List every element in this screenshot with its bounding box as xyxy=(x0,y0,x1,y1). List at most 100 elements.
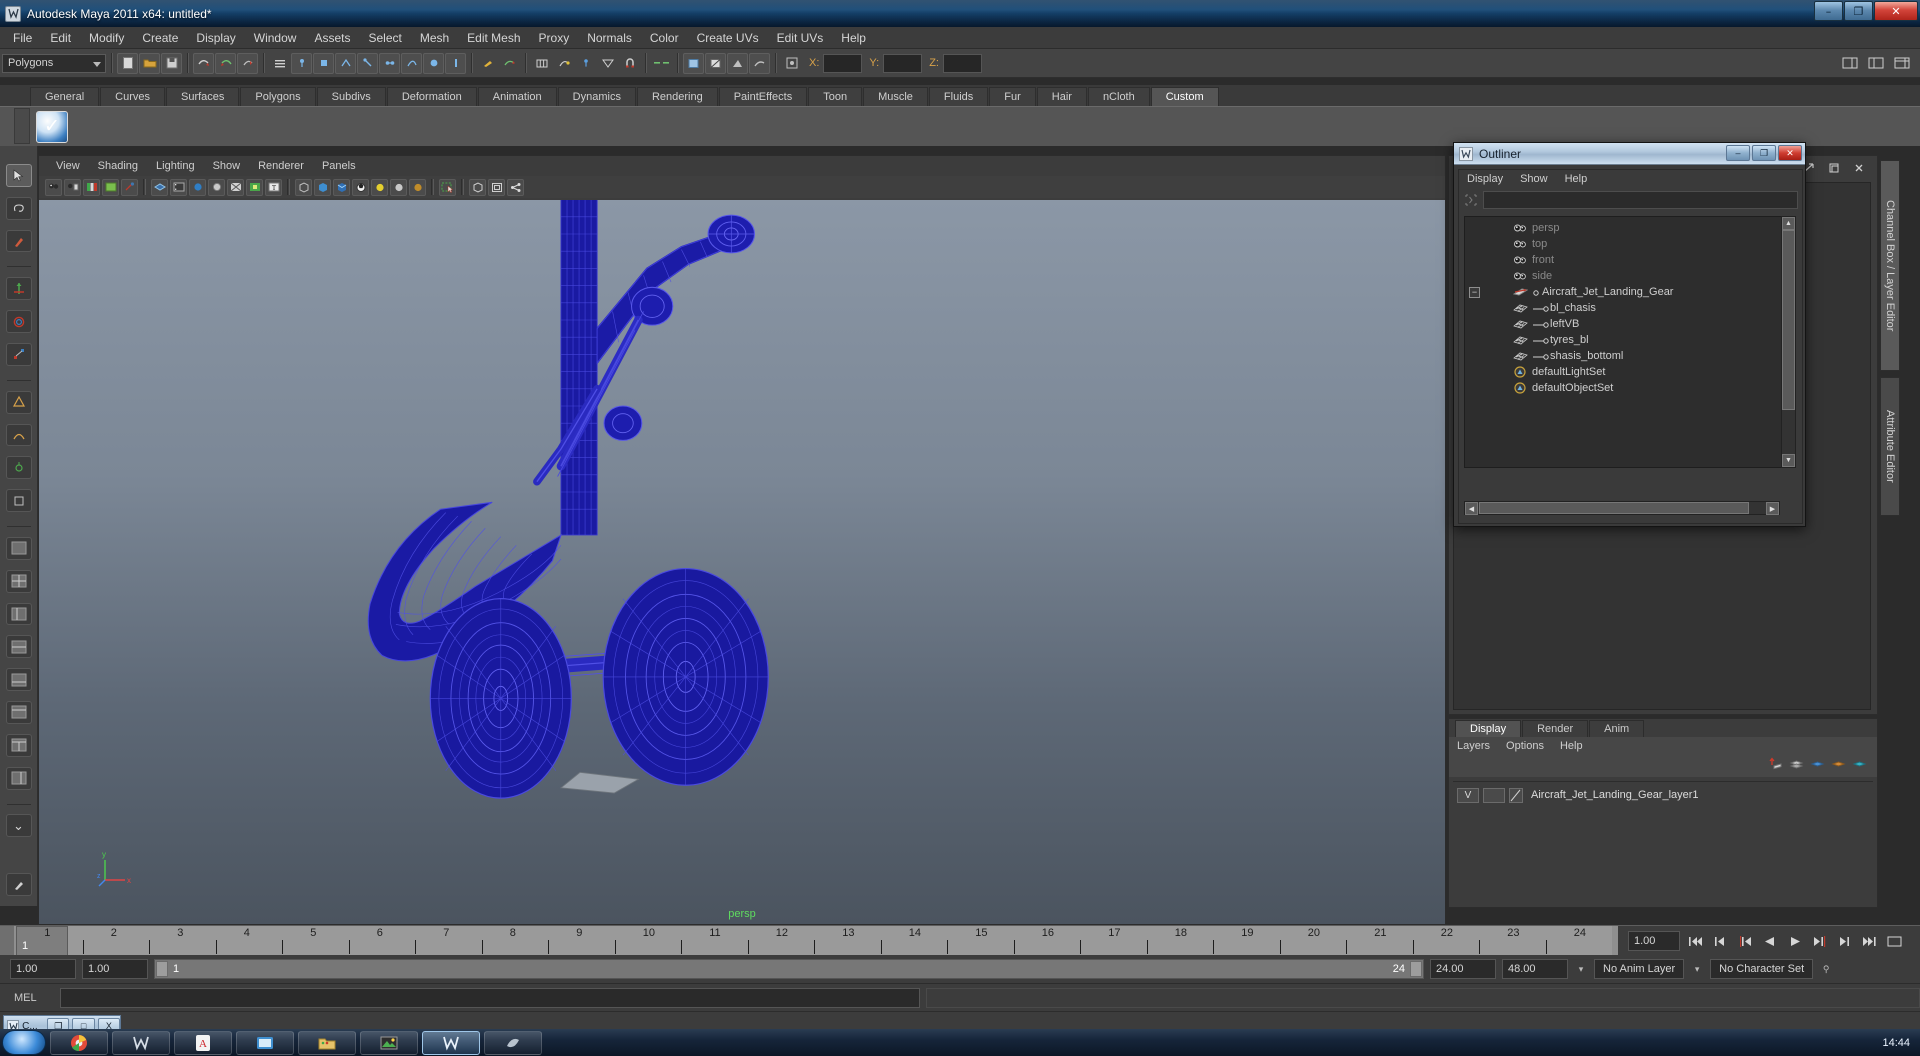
construction-history-on-icon[interactable] xyxy=(651,53,672,74)
layer-menu-options[interactable]: Options xyxy=(1506,740,1544,752)
single-perspective-layout-icon[interactable] xyxy=(5,536,32,560)
viewport-menu-shading[interactable]: Shading xyxy=(89,159,147,173)
smooth-shade-all-icon[interactable] xyxy=(314,178,331,196)
lighting-all-icon[interactable] xyxy=(390,178,407,196)
layer-editor-tab-display[interactable]: Display xyxy=(1455,720,1522,737)
ipr-render-icon[interactable] xyxy=(705,52,726,74)
paint-effects-brush-icon[interactable] xyxy=(5,873,32,897)
y-field[interactable] xyxy=(883,53,923,73)
outliner-search-input[interactable] xyxy=(1483,191,1798,209)
layer-orange-icon[interactable] xyxy=(1831,757,1846,776)
range-end-field[interactable]: 24.00 xyxy=(1430,959,1496,979)
outliner-filter-icon[interactable] xyxy=(1463,192,1479,208)
selection-mask-menu-icon[interactable] xyxy=(269,53,290,74)
range-start-field[interactable]: 1.00 xyxy=(82,959,148,979)
menu-item-window[interactable]: Window xyxy=(245,29,306,47)
grid-display-icon[interactable] xyxy=(151,178,168,196)
smooth-shade-selected-icon[interactable] xyxy=(333,178,350,196)
viewport-menu-lighting[interactable]: Lighting xyxy=(147,159,204,173)
menu-item-select[interactable]: Select xyxy=(359,29,410,47)
menuset-selector[interactable]: Polygons xyxy=(2,53,106,73)
layer-editor-tab-anim[interactable]: Anim xyxy=(1589,720,1645,737)
z-field[interactable] xyxy=(942,53,982,73)
outliner-item-front[interactable]: front xyxy=(1465,252,1783,268)
bookmarks-icon[interactable] xyxy=(83,178,100,196)
range-right-handle[interactable] xyxy=(1410,961,1422,977)
shelf-tab-animation[interactable]: Animation xyxy=(477,87,557,106)
select-camera-icon[interactable] xyxy=(45,178,62,196)
select-deformation-icon[interactable] xyxy=(445,52,466,74)
shelf-tab-subdivs[interactable]: Subdivs xyxy=(316,87,386,106)
select-surface-icon[interactable] xyxy=(423,52,444,74)
persp-uv-layout-icon[interactable] xyxy=(5,766,32,790)
shelf-tab-muscle[interactable]: Muscle xyxy=(863,87,928,106)
close-button[interactable]: ✕ xyxy=(1874,1,1918,21)
wireframe-shading-icon[interactable] xyxy=(295,178,312,196)
outliner-horizontal-scrollbar[interactable]: ◀ ▶ xyxy=(1464,501,1780,515)
select-by-hierarchy-icon[interactable] xyxy=(237,52,258,74)
share-viewport-icon[interactable] xyxy=(507,178,524,196)
snap-curve-icon[interactable] xyxy=(553,53,574,74)
step-back-key-icon[interactable] xyxy=(1709,931,1730,952)
show-tool-settings-icon[interactable] xyxy=(1865,53,1886,74)
maximize-button[interactable]: ❐ xyxy=(1844,1,1873,21)
animation-preferences-icon[interactable] xyxy=(1884,931,1905,952)
shelf-tab-custom[interactable]: Custom xyxy=(1150,87,1219,106)
lasso-tool-icon[interactable] xyxy=(5,196,32,220)
shadows-icon[interactable] xyxy=(409,178,426,196)
snap-grid-icon[interactable] xyxy=(531,53,552,74)
four-view-layout-icon[interactable] xyxy=(5,569,32,593)
outliner-menu-help[interactable]: Help xyxy=(1565,172,1597,186)
shelf-tab-fur[interactable]: Fur xyxy=(989,87,1036,106)
image-plane-icon[interactable] xyxy=(102,178,119,196)
persp-graph-layout-icon[interactable] xyxy=(5,668,32,692)
hypershade-persp-layout-icon[interactable] xyxy=(5,733,32,757)
outliner-item-defaultObjectSet[interactable]: defaultObjectSet xyxy=(1465,380,1783,396)
minimize-button[interactable]: – xyxy=(1814,1,1843,21)
side-tab-attribute-editor[interactable]: Attribute Editor xyxy=(1880,376,1900,517)
render-globals-icon[interactable] xyxy=(749,52,770,74)
rotate-tool-icon[interactable] xyxy=(5,310,32,334)
character-set-selector[interactable]: No Character Set xyxy=(1710,959,1814,979)
animation-start-field[interactable]: 1.00 xyxy=(10,959,76,979)
texture-display-icon[interactable] xyxy=(246,178,263,196)
view-transform-icon[interactable] xyxy=(488,178,505,196)
current-frame-marker[interactable]: 1 xyxy=(16,926,68,956)
taskbar-item-acrobat[interactable]: A xyxy=(174,1030,232,1055)
auto-key-icon[interactable]: ⚲ xyxy=(1819,959,1833,979)
taskbar-item-folder[interactable] xyxy=(298,1030,356,1055)
outliner-window[interactable]: Outliner – ❐ ✕ Display Show Help persp top f… xyxy=(1453,142,1806,527)
outliner-item-side[interactable]: side xyxy=(1465,268,1783,284)
layer-editor-tab-render[interactable]: Render xyxy=(1522,720,1589,737)
dock-float-icon[interactable] xyxy=(1823,158,1844,179)
universal-manipulator-icon[interactable] xyxy=(5,390,32,414)
snap-point-icon[interactable] xyxy=(575,53,596,74)
shelf-tab-toon[interactable]: Toon xyxy=(808,87,863,106)
redo-icon[interactable] xyxy=(215,52,236,74)
step-back-frame-icon[interactable] xyxy=(1734,931,1755,952)
dock-close-icon[interactable] xyxy=(1848,158,1869,179)
outliner-item-persp[interactable]: persp xyxy=(1465,220,1783,236)
shelf-tab-fluids[interactable]: Fluids xyxy=(928,87,989,106)
x-field[interactable] xyxy=(823,53,863,73)
scale-tool-icon[interactable] xyxy=(5,343,32,366)
isolate-select-icon[interactable] xyxy=(439,178,456,196)
outliner-menu-show[interactable]: Show xyxy=(1520,172,1557,186)
layer-blue-icon[interactable] xyxy=(1810,757,1825,776)
scroll-up-icon[interactable]: ▲ xyxy=(1782,217,1795,230)
go-to-end-icon[interactable] xyxy=(1859,931,1880,952)
layer-menu-help[interactable]: Help xyxy=(1560,740,1583,752)
outliner-item-defaultLightSet[interactable]: defaultLightSet xyxy=(1465,364,1783,380)
perspective-viewport[interactable]: y x z persp xyxy=(39,200,1445,924)
menu-item-display[interactable]: Display xyxy=(187,29,244,47)
layer-menu-layers[interactable]: Layers xyxy=(1457,740,1490,752)
time-slider-track[interactable]: 1 1 2 3 4 5 6 7 8 9 10 11 12 13 14 15 16 17 18 19 20 21 22 23 2… xyxy=(16,926,1612,956)
layer-visibility-toggle[interactable]: V xyxy=(1457,787,1479,803)
select-component-mode-icon[interactable] xyxy=(335,52,356,74)
shelf-tab-ncloth[interactable]: nCloth xyxy=(1087,87,1150,106)
scroll-down-icon[interactable]: ▼ xyxy=(1782,454,1795,467)
viewport-menu-show[interactable]: Show xyxy=(204,159,250,173)
layer-cyan-icon[interactable] xyxy=(1852,757,1867,776)
menu-item-edit-uvs[interactable]: Edit UVs xyxy=(768,29,833,47)
menu-item-assets[interactable]: Assets xyxy=(305,29,359,47)
